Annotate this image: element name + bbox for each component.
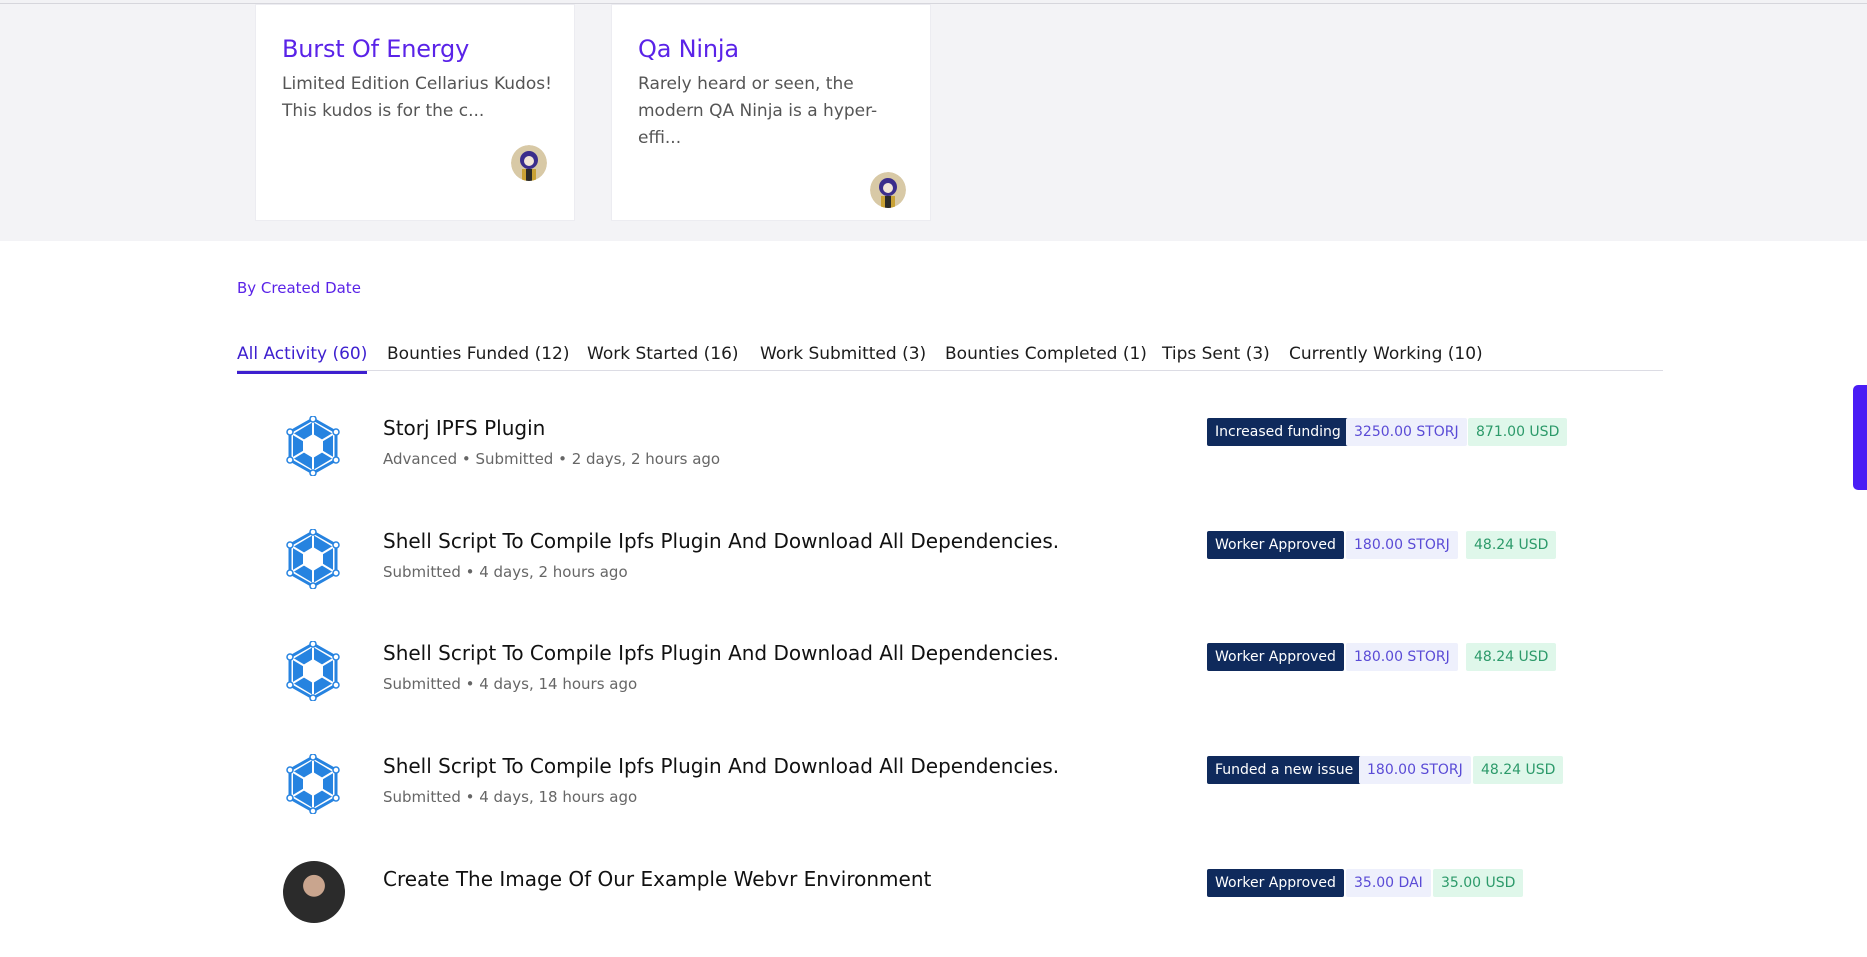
activity-meta: Submitted • 4 days, 18 hours ago <box>383 788 638 806</box>
activity-meta: Advanced • Submitted • 2 days, 2 hours a… <box>383 450 721 468</box>
usd-amount-badge: 35.00 USD <box>1433 869 1524 897</box>
event-badge: Worker Approved <box>1207 869 1344 897</box>
usd-amount-badge: 48.24 USD <box>1473 756 1564 784</box>
token-amount-badge: 180.00 STORJ <box>1359 756 1471 784</box>
kudos-card[interactable]: Qa Ninja Rarely heard or seen, the moder… <box>611 4 931 221</box>
activity-title[interactable]: Shell Script To Compile Ipfs Plugin And … <box>383 641 1059 665</box>
usd-amount-badge: 48.24 USD <box>1466 643 1557 671</box>
token-amount-badge: 3250.00 STORJ <box>1346 418 1467 446</box>
activity-row[interactable]: Create The Image Of Our Example Webvr En… <box>237 857 1663 957</box>
tab-work-submitted[interactable]: Work Submitted (3) <box>760 344 926 371</box>
activity-title[interactable]: Create The Image Of Our Example Webvr En… <box>383 867 931 891</box>
tab-tips-sent[interactable]: Tips Sent (3) <box>1162 344 1270 371</box>
storj-logo-icon <box>283 753 343 815</box>
side-drawer-tab[interactable] <box>1853 385 1867 490</box>
kudos-title[interactable]: Qa Ninja <box>638 35 739 63</box>
storj-logo-icon <box>283 640 343 702</box>
activity-meta: Submitted • 4 days, 14 hours ago <box>383 675 638 693</box>
tab-work-started[interactable]: Work Started (16) <box>587 344 739 371</box>
kudos-description: Rarely heard or seen, the modern QA Ninj… <box>638 74 878 148</box>
tab-bounties-funded[interactable]: Bounties Funded (12) <box>387 344 569 371</box>
activity-row[interactable]: Shell Script To Compile Ipfs Plugin And … <box>237 519 1663 619</box>
kudos-title[interactable]: Burst Of Energy <box>282 35 469 63</box>
activity-title[interactable]: Shell Script To Compile Ipfs Plugin And … <box>383 754 1059 778</box>
activity-title[interactable]: Shell Script To Compile Ipfs Plugin And … <box>383 529 1059 553</box>
activity-row[interactable]: Shell Script To Compile Ipfs Plugin And … <box>237 631 1663 731</box>
activity-row[interactable]: Storj IPFS Plugin Advanced • Submitted •… <box>237 406 1663 506</box>
tab-bounties-completed[interactable]: Bounties Completed (1) <box>945 344 1147 371</box>
owner-avatar[interactable] <box>870 172 906 208</box>
storj-logo-icon <box>283 528 343 590</box>
tab-all-activity[interactable]: All Activity (60) <box>237 344 368 374</box>
tab-currently-working[interactable]: Currently Working (10) <box>1289 344 1483 371</box>
token-amount-badge: 180.00 STORJ <box>1346 531 1458 559</box>
token-amount-badge: 180.00 STORJ <box>1346 643 1458 671</box>
event-badge: Worker Approved <box>1207 643 1344 671</box>
activity-title[interactable]: Storj IPFS Plugin <box>383 416 545 440</box>
event-badge: Worker Approved <box>1207 531 1344 559</box>
storj-logo-icon <box>283 415 343 477</box>
event-badge: Funded a new issue <box>1207 756 1362 784</box>
sort-by-created-date-link[interactable]: By Created Date <box>237 279 361 297</box>
owner-avatar[interactable] <box>511 145 547 181</box>
activity-meta: Submitted • 4 days, 2 hours ago <box>383 563 628 581</box>
usd-amount-badge: 871.00 USD <box>1468 418 1568 446</box>
activity-row[interactable]: Shell Script To Compile Ipfs Plugin And … <box>237 744 1663 844</box>
kudos-card[interactable]: Burst Of Energy Limited Edition Cellariu… <box>255 4 575 221</box>
activity-tabs: All Activity (60) Bounties Funded (12) W… <box>237 344 1663 374</box>
event-badge: Increased funding <box>1207 418 1349 446</box>
usd-amount-badge: 48.24 USD <box>1466 531 1557 559</box>
kudos-description: Limited Edition Cellarius Kudos! This ku… <box>282 74 552 121</box>
token-amount-badge: 35.00 DAI <box>1346 869 1431 897</box>
user-avatar[interactable] <box>283 861 345 923</box>
